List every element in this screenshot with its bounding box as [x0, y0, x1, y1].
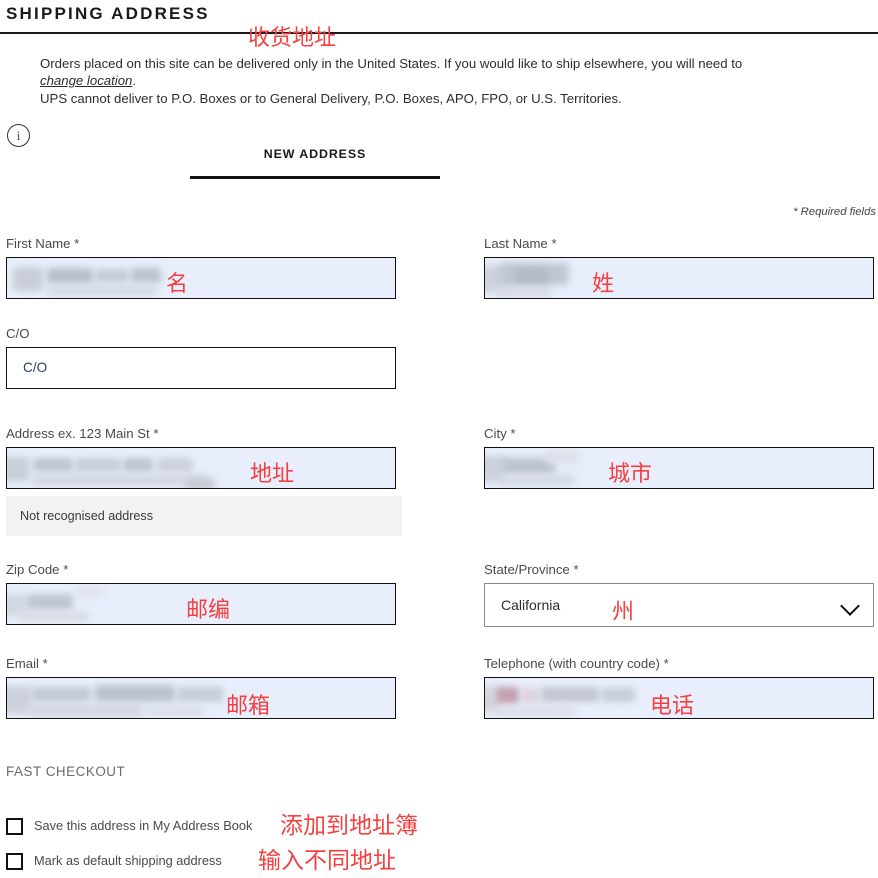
label-first-name-text: First Name: [6, 236, 71, 251]
annotation-default-address: 输入不同地址: [258, 848, 396, 874]
input-first-name[interactable]: [6, 257, 396, 299]
label-co: C/O: [6, 326, 30, 341]
field-city: City *: [484, 426, 874, 489]
label-state-province: State/Province *: [484, 562, 874, 577]
label-state-province-required: *: [573, 562, 579, 577]
label-zip-code-required: *: [63, 562, 69, 577]
info-line-link-row: change location.: [40, 72, 860, 89]
field-last-name: Last Name *: [484, 236, 874, 299]
label-last-name-required: *: [551, 236, 557, 251]
label-telephone-required: *: [663, 656, 669, 671]
field-zip-code: Zip Code *: [6, 562, 396, 625]
info-line-1-period: .: [132, 73, 137, 89]
address-tabs: NEW ADDRESS: [190, 145, 440, 173]
input-zip-code[interactable]: [6, 583, 396, 625]
input-address[interactable]: [6, 447, 396, 489]
field-address: Address ex. 123 Main St * Not recognised…: [6, 426, 402, 536]
delivery-info-block: i Orders placed on this site can be deli…: [0, 55, 878, 147]
info-icon: i: [7, 124, 30, 147]
label-state-province-text: State/Province: [484, 562, 570, 577]
label-address-required: *: [153, 426, 159, 441]
info-line-1: Orders placed on this site can be delive…: [40, 55, 860, 72]
label-zip-code-text: Zip Code: [6, 562, 60, 577]
input-last-name[interactable]: [484, 257, 874, 299]
input-co[interactable]: C/O: [6, 347, 396, 389]
label-email-required: *: [42, 656, 48, 671]
checkbox-label-default-address: Mark as default shipping address: [34, 853, 222, 868]
label-city: City *: [484, 426, 874, 441]
select-state-province-value: California: [501, 597, 561, 613]
checkbox-default-address[interactable]: [6, 853, 23, 870]
tab-new-address[interactable]: NEW ADDRESS: [264, 147, 366, 173]
label-last-name: Last Name *: [484, 236, 874, 251]
title-divider: [0, 32, 878, 34]
label-last-name-text: Last Name: [484, 236, 548, 251]
field-first-name: First Name *: [6, 236, 396, 299]
label-telephone-text: Telephone (with country code): [484, 656, 660, 671]
field-state-province: State/Province * California: [484, 562, 874, 627]
checkbox-save-address[interactable]: [6, 818, 23, 835]
label-city-required: *: [510, 426, 516, 441]
address-suggestion-panel[interactable]: Not recognised address: [6, 496, 402, 536]
checkbox-label-save-address: Save this address in My Address Book: [34, 818, 253, 833]
tab-active-underline: [190, 176, 440, 179]
label-telephone: Telephone (with country code) *: [484, 656, 874, 671]
required-fields-note: * Required fields: [793, 206, 876, 218]
select-state-province[interactable]: California: [484, 583, 874, 627]
field-email: Email *: [6, 656, 396, 719]
input-email[interactable]: [6, 677, 396, 719]
label-email-text: Email: [6, 656, 39, 671]
fast-checkout-title: FAST CHECKOUT: [6, 764, 126, 779]
change-location-link[interactable]: change location: [40, 73, 132, 88]
annotation-shipping-address: 收货地址: [248, 26, 337, 51]
input-telephone[interactable]: [484, 677, 874, 719]
page-title: SHIPPING ADDRESS: [6, 4, 210, 23]
info-line-1-text: Orders placed on this site can be delive…: [40, 56, 743, 71]
chevron-down-icon: [841, 597, 859, 615]
delivery-info-text: Orders placed on this site can be delive…: [40, 55, 860, 107]
label-zip-code: Zip Code *: [6, 562, 396, 577]
input-city[interactable]: [484, 447, 874, 489]
label-address: Address ex. 123 Main St *: [6, 426, 396, 441]
label-first-name-required: *: [74, 236, 80, 251]
label-city-text: City: [484, 426, 507, 441]
field-telephone: Telephone (with country code) *: [484, 656, 874, 719]
input-co-placeholder: C/O: [23, 360, 48, 375]
label-first-name: First Name *: [6, 236, 396, 251]
address-suggestion-text: Not recognised address: [20, 509, 154, 523]
field-co: C/O C/O: [6, 326, 396, 389]
info-line-2: UPS cannot deliver to P.O. Boxes or to G…: [40, 90, 622, 106]
label-email: Email *: [6, 656, 396, 671]
label-address-text: Address ex. 123 Main St: [6, 426, 150, 441]
annotation-save-address: 添加到地址簿: [280, 813, 418, 839]
